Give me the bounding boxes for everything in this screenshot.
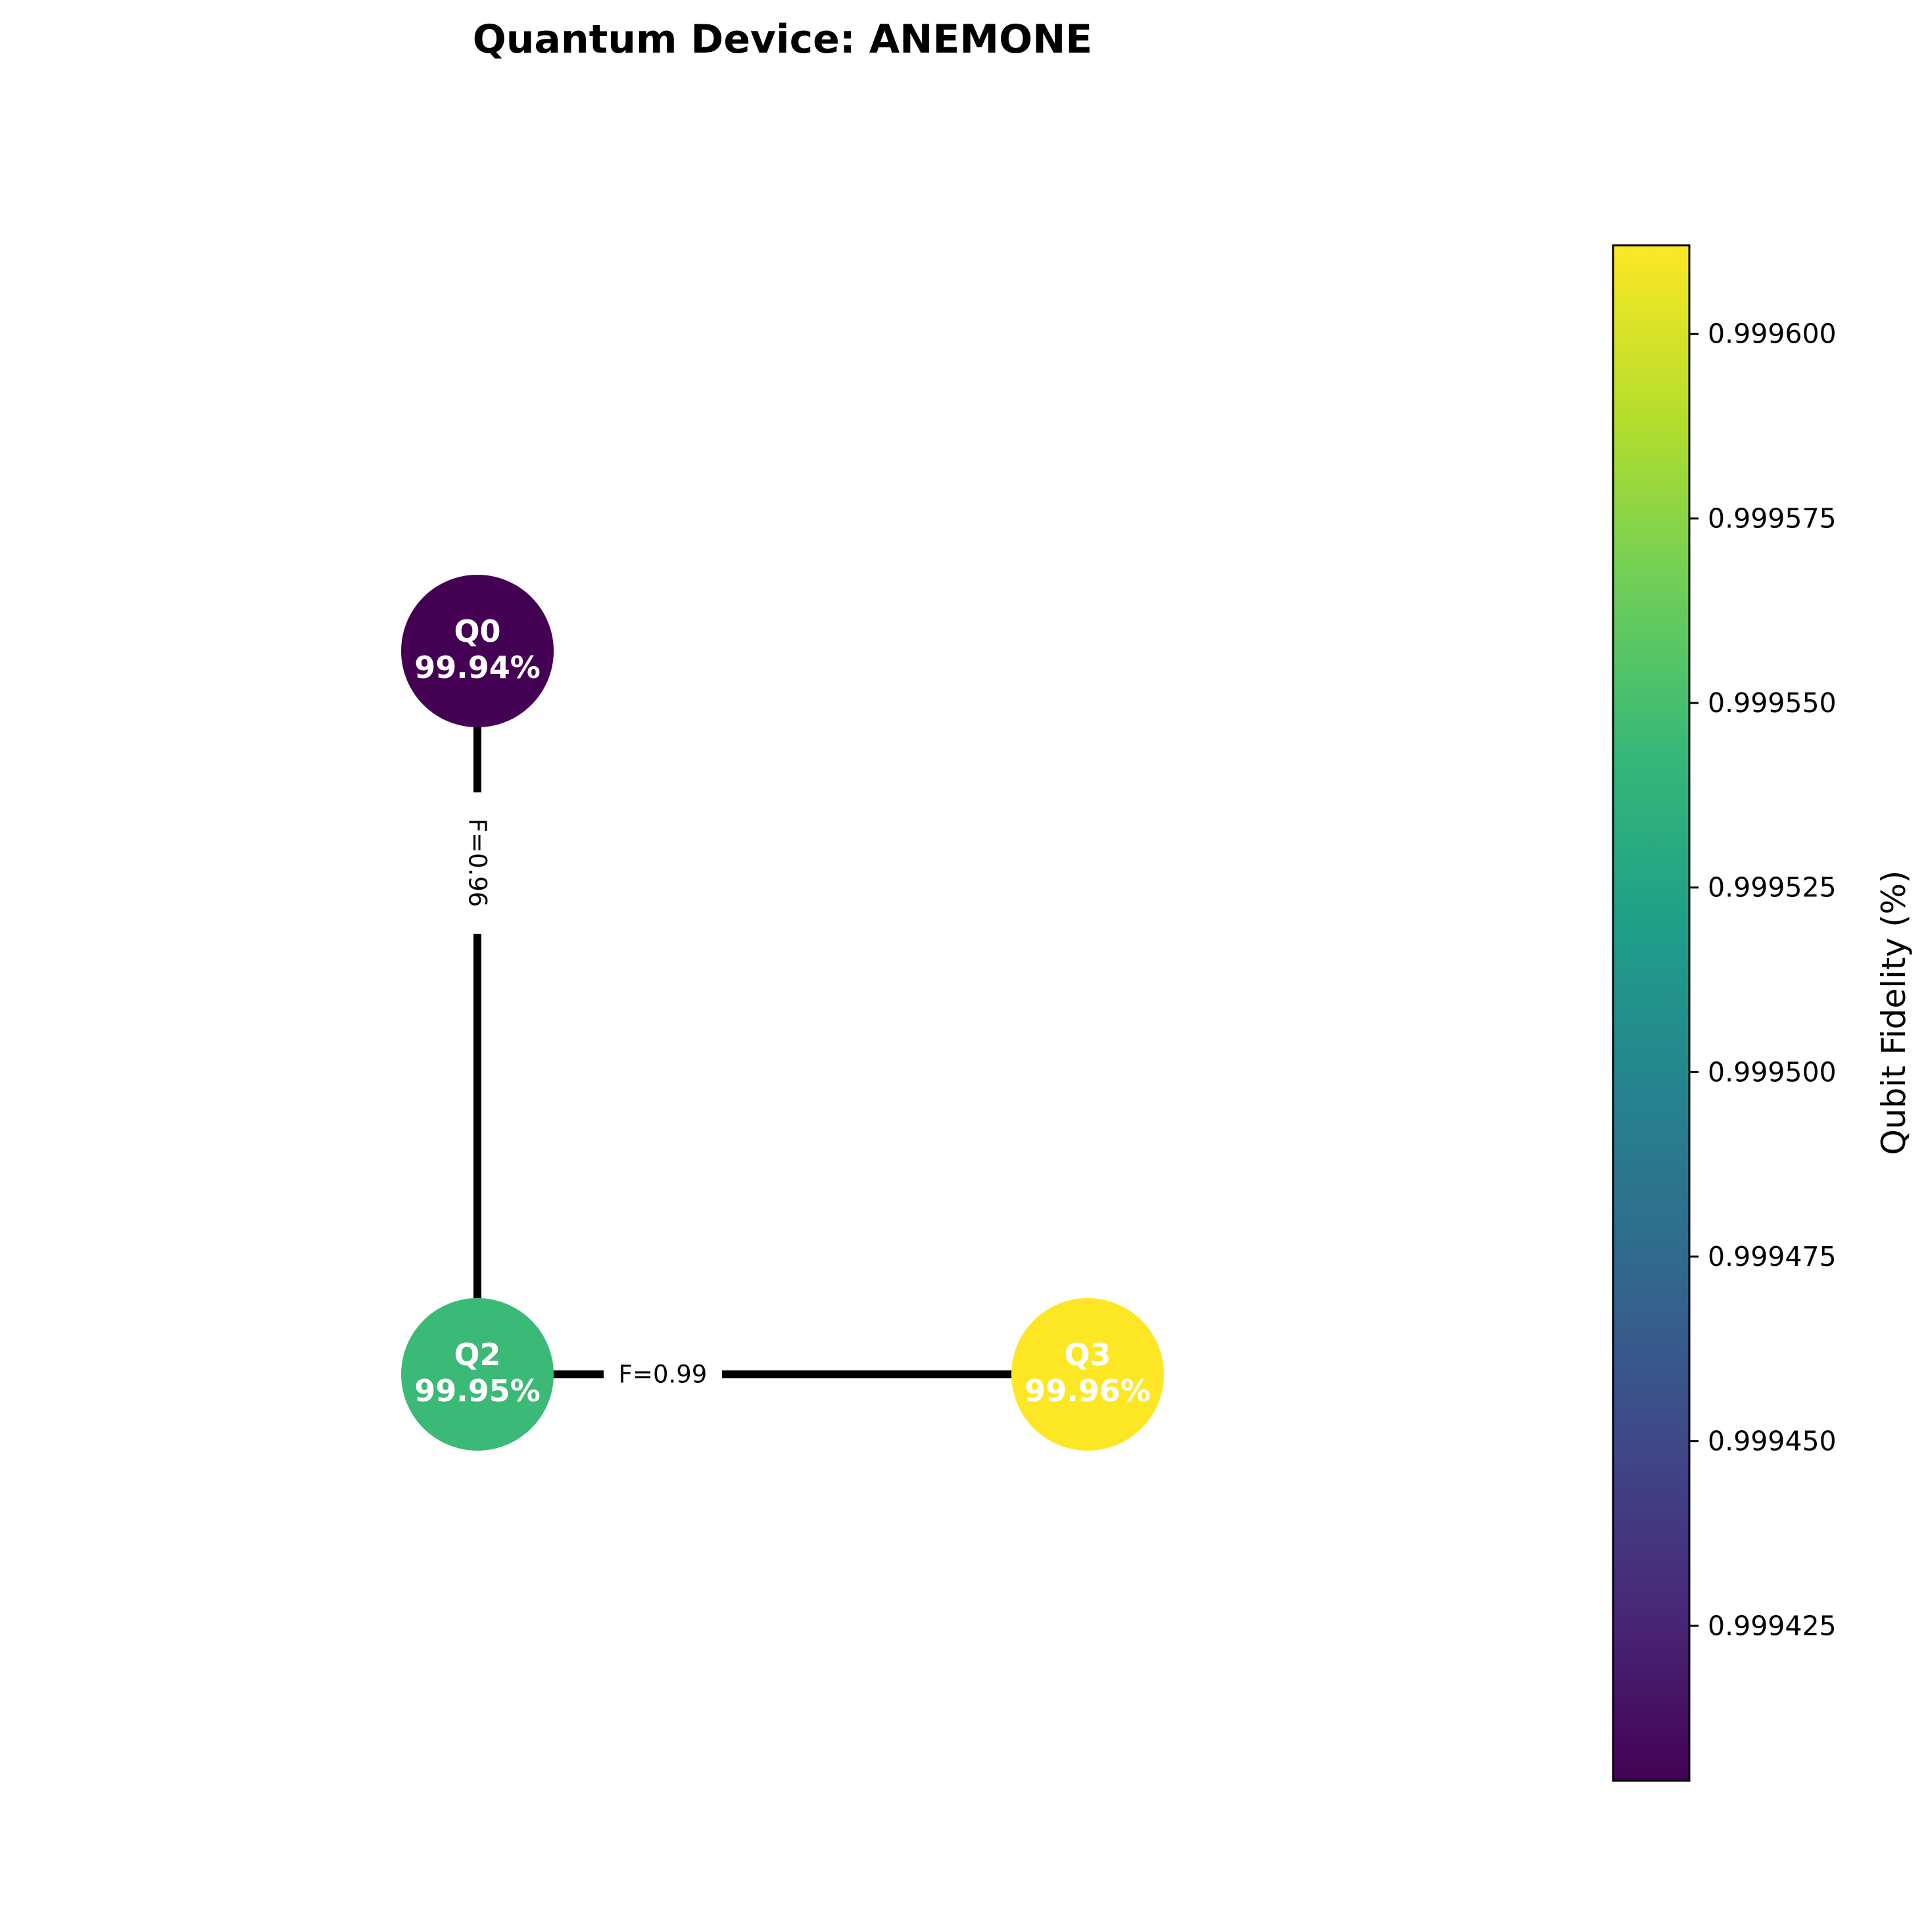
- colorbar: 0.999600 0.999575 0.999550 0.999525 0.999500…: [1612, 244, 1913, 1782]
- colorbar-tick-label: 0.999450: [1708, 1426, 1837, 1457]
- qubit-node-q3[interactable]: Q3 99.96%: [1011, 1298, 1164, 1451]
- colorbar-tick-label: 0.999575: [1708, 502, 1837, 534]
- colorbar-tick-label: 0.999525: [1708, 872, 1837, 904]
- edge-q2-q3: F=0.99: [477, 1356, 1088, 1393]
- edge-q0-q2: F=0.96: [458, 651, 497, 1374]
- qubit-node-q0[interactable]: Q0 99.94%: [401, 575, 554, 727]
- colorbar-ticks: 0.999600 0.999575 0.999550 0.999525 0.999500…: [1689, 318, 1837, 1641]
- qubit-name-q0: Q0: [454, 614, 500, 649]
- edge-label-q0-q2: F=0.96: [464, 819, 492, 907]
- colorbar-tick-label: 0.999500: [1708, 1056, 1837, 1088]
- qubit-fidelity-q3: 99.96%: [1025, 1373, 1151, 1409]
- node-layer: Q0 99.94% Q2 99.95% Q3 99.96%: [401, 575, 1164, 1451]
- qubit-name-q3: Q3: [1064, 1337, 1111, 1372]
- figure-title: Quantum Device: ANEMONE: [473, 16, 1093, 62]
- colorbar-label: Qubit Fidelity (%): [1875, 870, 1913, 1155]
- colorbar-tick-label: 0.999425: [1708, 1610, 1837, 1641]
- colorbar-tick-label: 0.999600: [1708, 318, 1837, 350]
- qubit-fidelity-q2: 99.95%: [414, 1373, 541, 1409]
- qubit-topology-figure: Quantum Device: ANEMONE F=0.96 F=0.99 Q0…: [401, 16, 1913, 1782]
- qubit-fidelity-q0: 99.94%: [414, 650, 541, 685]
- edge-label-q2-q3: F=0.99: [619, 1361, 708, 1389]
- colorbar-gradient: [1612, 244, 1691, 1782]
- qubit-name-q2: Q2: [454, 1337, 500, 1372]
- qubit-node-q2[interactable]: Q2 99.95%: [401, 1298, 554, 1451]
- colorbar-tick-label: 0.999475: [1708, 1241, 1837, 1272]
- colorbar-tick-label: 0.999550: [1708, 687, 1837, 719]
- edge-layer: F=0.96 F=0.99: [458, 651, 1088, 1393]
